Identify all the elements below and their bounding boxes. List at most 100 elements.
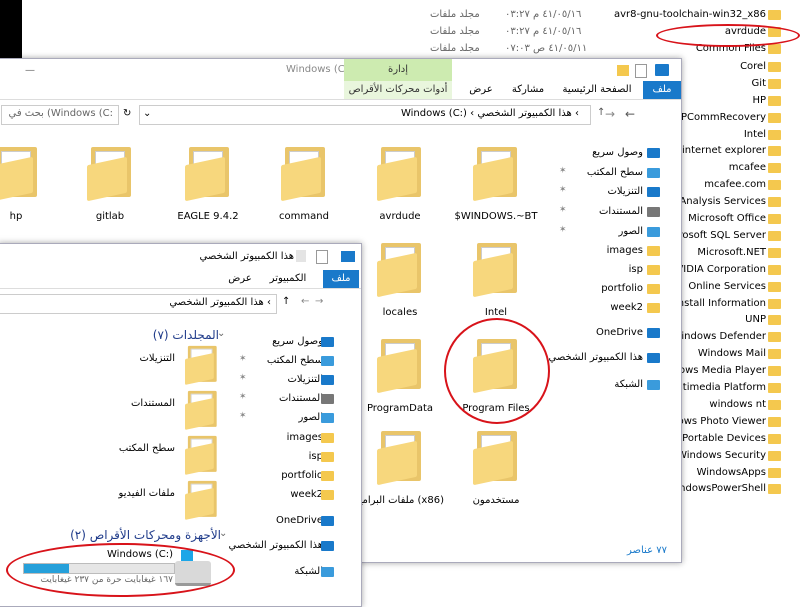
manage-tab[interactable]: إدارة — [344, 59, 452, 81]
background-folder-name[interactable]: internet explorer — [682, 142, 766, 159]
folder-icon[interactable] — [281, 143, 325, 202]
folder-icon[interactable] — [185, 433, 217, 475]
background-folder-name[interactable]: HPCommRecovery — [674, 109, 767, 126]
refresh-icon[interactable]: ↻ — [123, 108, 131, 119]
new-folder-icon[interactable] — [296, 250, 306, 262]
background-folder-name[interactable]: Corel — [740, 58, 766, 75]
background-folder-name[interactable]: Online Services — [688, 278, 766, 295]
forward-arrow-icon[interactable]: ← — [301, 296, 309, 307]
folder-label[interactable]: ملفات الفيديو — [69, 488, 175, 499]
forward-arrow-icon[interactable]: ← — [625, 107, 635, 121]
nav-item[interactable]: portfolio — [523, 280, 643, 298]
nav-icon — [321, 516, 334, 526]
row-date: ٤١/٠٥/١١ ص ٠٧:٠٣ — [505, 43, 588, 54]
nav-item[interactable]: المستندات — [523, 203, 643, 221]
folder-icon[interactable] — [185, 343, 217, 385]
background-folder-name[interactable]: HP — [752, 92, 766, 109]
nav-item[interactable]: week2 — [203, 486, 323, 504]
background-folder-name[interactable]: dows Media Player — [673, 362, 766, 379]
back-arrow-icon[interactable]: → — [605, 107, 615, 121]
up-arrow-icon[interactable]: ↑ — [597, 107, 605, 118]
nav-item[interactable]: سطح المكتب — [523, 164, 643, 182]
folder-icon[interactable] — [377, 427, 421, 486]
folder-icon[interactable] — [377, 335, 421, 394]
background-folder-name[interactable]: WindowsApps — [697, 464, 766, 481]
folder-icon[interactable] — [377, 143, 421, 202]
nav-item[interactable]: المستندات — [203, 390, 323, 408]
folder-icon — [768, 146, 781, 157]
folder-label[interactable]: مستخدمون — [451, 495, 541, 507]
background-folder-name[interactable]: avr8-gnu-toolchain-win32_x86 — [614, 6, 766, 23]
nav-icon — [647, 284, 660, 294]
tab-file[interactable]: ملف — [323, 270, 359, 288]
nav-item[interactable]: سطح المكتب — [203, 352, 323, 370]
background-folder-name[interactable]: UNP — [745, 311, 766, 328]
nav-item[interactable]: التنزيلات — [523, 183, 643, 201]
tab-view[interactable]: عرض — [463, 81, 499, 99]
folder-label[interactable]: ProgramData — [355, 403, 445, 415]
tab-home[interactable]: الصفحة الرئيسية — [555, 81, 639, 99]
tab-computer[interactable]: الكمبيوتر — [261, 270, 315, 288]
folder-label[interactable]: سطح المكتب — [69, 443, 175, 454]
folder-icon[interactable] — [185, 388, 217, 430]
collapse-chevron-icon[interactable]: ⌄ — [219, 528, 227, 539]
folder-icon[interactable] — [185, 143, 229, 202]
folder-label[interactable]: locales — [355, 307, 445, 319]
folder-label[interactable]: المستندات — [69, 398, 175, 409]
background-folder-name[interactable]: Windows Security — [677, 447, 766, 464]
properties-icon[interactable] — [635, 64, 647, 78]
background-folder-name[interactable]: windows nt — [709, 396, 766, 413]
nav-item[interactable]: images — [523, 242, 643, 260]
background-folder-name[interactable]: Microsoft Office — [688, 210, 766, 227]
folder-label[interactable]: ملفات البرامج (x86) — [355, 495, 445, 507]
folder-icon[interactable] — [185, 478, 217, 520]
background-folder-name[interactable]: Intel — [744, 126, 766, 143]
folder-icon[interactable] — [617, 65, 629, 76]
background-folder-name[interactable]: Windows Defender — [672, 328, 766, 345]
tab-file[interactable]: ملف — [643, 81, 681, 99]
nav-item[interactable]: isp — [523, 261, 643, 279]
nav-item[interactable]: الصور — [203, 409, 324, 427]
nav-item[interactable]: التنزيلات — [203, 371, 323, 389]
nav-item[interactable]: images — [203, 429, 323, 447]
background-folder-name[interactable]: ninstall Information — [669, 295, 766, 312]
dropdown-chevron-icon[interactable]: ⌄ — [143, 108, 151, 119]
folder-icon[interactable] — [377, 239, 421, 298]
nav-item[interactable]: week2 — [523, 299, 643, 317]
folder-label[interactable]: command — [259, 211, 349, 223]
minimize-button[interactable]: — — [25, 65, 35, 76]
devices-header[interactable]: الأجهزة ومحركات الأقراص (٢) — [59, 528, 221, 542]
nav-item[interactable]: portfolio — [203, 467, 323, 485]
folder-label[interactable]: التنزيلات — [69, 353, 175, 364]
background-folder-name[interactable]: Windows Mail — [698, 345, 766, 362]
folder-icon[interactable] — [87, 143, 131, 202]
folder-label[interactable]: EAGLE 9.4.2 — [163, 211, 253, 223]
nav-item[interactable]: isp — [203, 448, 323, 466]
back-arrow-icon[interactable]: → — [315, 296, 323, 307]
folder-icon[interactable] — [473, 143, 517, 202]
folders-header[interactable]: المجلدات (٧) — [69, 328, 219, 342]
background-folder-name[interactable]: Microsoft.NET — [697, 244, 766, 261]
background-folder-name[interactable]: Git — [752, 75, 766, 92]
background-folder-name[interactable]: mcafee.com — [704, 176, 766, 193]
folder-label[interactable]: hp — [0, 211, 61, 223]
properties-icon[interactable] — [316, 250, 328, 264]
folder-icon[interactable] — [473, 427, 517, 486]
folder-label[interactable]: avrdude — [355, 211, 445, 223]
background-folder-name[interactable]: icrosoft SQL Server — [670, 227, 766, 244]
nav-item[interactable]: هذا الكمبيوتر الشخصي — [203, 537, 324, 555]
folder-icon[interactable] — [0, 143, 37, 202]
tab-share[interactable]: مشاركة — [505, 81, 551, 99]
tab-view[interactable]: عرض — [225, 270, 255, 288]
up-arrow-icon[interactable]: ↑ — [282, 296, 290, 307]
folder-label[interactable]: $WINDOWS.~BT — [451, 211, 541, 223]
nav-item[interactable]: وصول سريع — [523, 144, 643, 162]
background-folder-name[interactable]: NVIDIA Corporation — [669, 261, 766, 278]
nav-item[interactable]: OneDrive — [523, 324, 643, 342]
background-folder-name[interactable]: mcafee — [729, 159, 766, 176]
nav-item[interactable]: الصور — [523, 223, 644, 241]
collapse-chevron-icon[interactable]: ⌄ — [217, 328, 225, 339]
nav-icon — [321, 356, 334, 366]
folder-icon[interactable] — [473, 239, 517, 298]
folder-label[interactable]: gitlab — [65, 211, 155, 223]
